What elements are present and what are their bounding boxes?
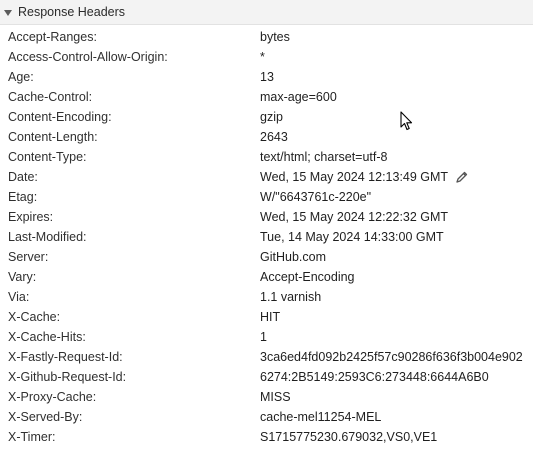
header-row: X-Timer: S1715775230.679032,VS0,VE1 [0,427,533,447]
header-row: Accept-Ranges: bytes [0,27,533,47]
header-name: Via: [8,290,30,304]
header-value: bytes [260,30,290,44]
header-value: text/html; charset=utf-8 [260,150,388,164]
pencil-icon[interactable] [455,170,469,184]
header-row: Content-Length: 2643 [0,127,533,147]
header-name: Server: [8,250,49,264]
header-value: Tue, 14 May 2024 14:33:00 GMT [260,230,444,244]
header-name: X-Cache-Hits: [8,330,86,344]
header-value: 2643 [260,130,288,144]
response-headers-section-header[interactable]: Response Headers [0,0,533,25]
header-row: Access-Control-Allow-Origin: * [0,47,533,67]
header-row: X-Github-Request-Id: 6274:2B5149:2593C6:… [0,367,533,387]
response-headers-panel: Response Headers Accept-Ranges: bytes Ac… [0,0,533,449]
header-row: Etag: W/"6643761c-220e" [0,187,533,207]
header-name: Date: [8,170,38,184]
header-name: X-Github-Request-Id: [8,370,127,384]
header-value: GitHub.com [260,250,326,264]
header-value: 6274:2B5149:2593C6:273448:6644A6B0 [260,370,489,384]
header-name: Content-Length: [8,130,98,144]
header-value: 3ca6ed4fd092b2425f57c90286f636f3b004e902 [260,350,523,364]
header-value: S1715775230.679032,VS0,VE1 [260,430,438,444]
header-value: * [260,50,265,64]
header-name: X-Cache: [8,310,61,324]
header-name: X-Proxy-Cache: [8,390,97,404]
header-value: 13 [260,70,274,84]
header-value: gzip [260,110,283,124]
header-row: Cache-Control: max-age=600 [0,87,533,107]
header-value: HIT [260,310,281,324]
header-name: X-Timer: [8,430,56,444]
header-list: Accept-Ranges: bytes Access-Control-Allo… [0,27,533,447]
header-value: W/"6643761c-220e" [260,190,372,204]
triangle-down-icon[interactable] [4,9,12,16]
header-row: X-Proxy-Cache: MISS [0,387,533,407]
header-value: 1 [260,330,267,344]
header-row: Expires: Wed, 15 May 2024 12:22:32 GMT [0,207,533,227]
header-value: max-age=600 [260,90,337,104]
header-row: Vary: Accept-Encoding [0,267,533,287]
header-name: Content-Encoding: [8,110,112,124]
header-row: X-Cache: HIT [0,307,533,327]
header-row: Server: GitHub.com [0,247,533,267]
header-name: Etag: [8,190,38,204]
header-value: Accept-Encoding [260,270,355,284]
header-row: Content-Encoding: gzip [0,107,533,127]
header-name: X-Served-By: [8,410,83,424]
header-name: Access-Control-Allow-Origin: [8,50,168,64]
header-name: Expires: [8,210,54,224]
mouse-cursor-icon [400,111,414,131]
header-name: Accept-Ranges: [8,30,97,44]
header-row: Via: 1.1 varnish [0,287,533,307]
section-title: Response Headers [18,5,126,19]
header-name: X-Fastly-Request-Id: [8,350,123,364]
header-value: 1.1 varnish [260,290,322,304]
header-value: MISS [260,390,291,404]
header-row: Content-Type: text/html; charset=utf-8 [0,147,533,167]
header-row: Age: 13 [0,67,533,87]
header-value: Wed, 15 May 2024 12:13:49 GMT [260,170,449,184]
header-name: Age: [8,70,34,84]
header-row: X-Served-By: cache-mel11254-MEL [0,407,533,427]
header-row: X-Fastly-Request-Id: 3ca6ed4fd092b2425f5… [0,347,533,367]
header-name: Last-Modified: [8,230,87,244]
header-row: Last-Modified: Tue, 14 May 2024 14:33:00… [0,227,533,247]
header-name: Vary: [8,270,37,284]
header-value: cache-mel11254-MEL [260,410,382,424]
header-row-date: Date: Wed, 15 May 2024 12:13:49 GMT [0,167,533,187]
header-value: Wed, 15 May 2024 12:22:32 GMT [260,210,449,224]
header-name: Content-Type: [8,150,87,164]
header-row: X-Cache-Hits: 1 [0,327,533,347]
header-name: Cache-Control: [8,90,93,104]
